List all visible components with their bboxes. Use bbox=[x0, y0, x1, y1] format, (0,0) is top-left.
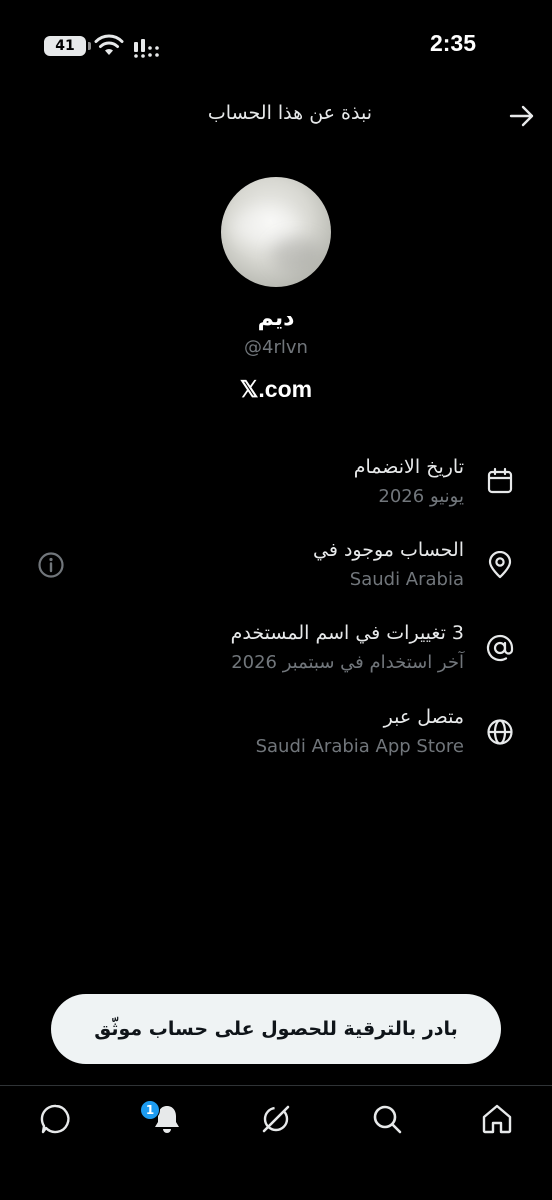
location-pin-icon bbox=[488, 551, 512, 579]
calendar-icon bbox=[487, 467, 513, 494]
info-icon[interactable] bbox=[37, 551, 65, 579]
info-row-connected-via: متصل عبر Saudi Arabia App Store bbox=[0, 702, 552, 766]
globe-icon bbox=[487, 719, 513, 745]
avatar[interactable] bbox=[221, 177, 331, 287]
status-bar: 41 2:35 bbox=[0, 0, 552, 90]
username-handle: @4rlvn bbox=[244, 337, 308, 358]
page-title: نبذة عن هذا الحساب bbox=[207, 102, 372, 124]
row-subtitle: Saudi Arabia App Store bbox=[255, 736, 464, 757]
back-arrow-icon[interactable] bbox=[508, 102, 536, 130]
bottom-nav: 1 bbox=[0, 1085, 552, 1200]
row-title: 3 تغييرات في اسم المستخدم bbox=[230, 622, 464, 644]
cellular-signal-icon bbox=[134, 39, 159, 58]
at-sign-icon bbox=[486, 634, 514, 662]
row-subtitle: آخر استخدام في سبتمبر 2026 bbox=[231, 652, 464, 673]
upgrade-button-label: بادر بالترقية للحصول على حساب موثّق bbox=[94, 1018, 458, 1040]
row-subtitle: يونيو 2026 bbox=[378, 486, 464, 507]
battery-icon: 41 bbox=[44, 36, 91, 56]
notifications-badge: 1 bbox=[140, 1100, 160, 1120]
display-name: ديم bbox=[257, 306, 295, 331]
battery-level: 41 bbox=[55, 38, 75, 54]
info-row-join-date: تاريخ الانضمام يونيو 2026 bbox=[0, 452, 552, 516]
row-title: تاريخ الانضمام bbox=[353, 456, 464, 478]
grok-icon[interactable] bbox=[259, 1102, 293, 1136]
search-icon[interactable] bbox=[370, 1102, 404, 1136]
info-row-location: الحساب موجود في Saudi Arabia bbox=[0, 535, 552, 599]
row-title: متصل عبر bbox=[383, 706, 464, 728]
row-title: الحساب موجود في bbox=[313, 539, 464, 561]
site-label: 𝕏.com bbox=[239, 376, 313, 402]
header: نبذة عن هذا الحساب bbox=[0, 96, 552, 136]
messages-icon[interactable] bbox=[39, 1102, 73, 1136]
wifi-icon bbox=[94, 34, 124, 55]
home-icon[interactable] bbox=[480, 1102, 514, 1136]
upgrade-verified-button[interactable]: بادر بالترقية للحصول على حساب موثّق bbox=[51, 994, 501, 1064]
row-subtitle: Saudi Arabia bbox=[349, 569, 464, 590]
status-time: 2:35 bbox=[429, 30, 476, 56]
info-row-username-changes: 3 تغييرات في اسم المستخدم آخر استخدام في… bbox=[0, 618, 552, 682]
